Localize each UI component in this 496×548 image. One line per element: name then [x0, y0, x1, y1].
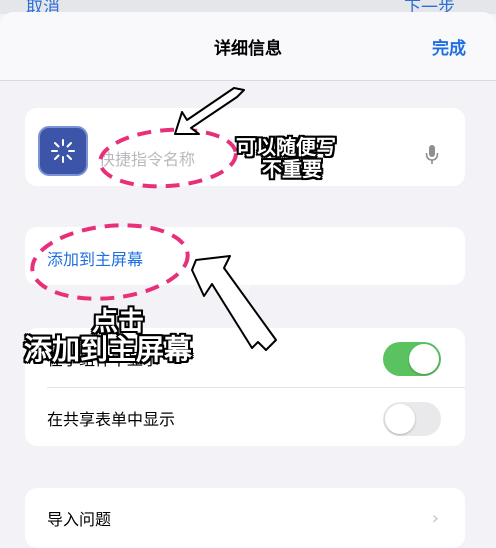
- annotation-name-note-line2: 不重要: [262, 157, 322, 181]
- annotation-name-note-line1: 可以随便写: [236, 135, 336, 159]
- annotation-click-line2: 添加到主屏幕: [24, 333, 193, 366]
- annotation-click-line1: 点击: [92, 307, 145, 337]
- annotation-overlay: [30, 87, 277, 351]
- arrow-to-name-icon: [174, 87, 245, 135]
- name-highlight-circle: [98, 127, 238, 189]
- home-highlight-circle: [30, 223, 190, 301]
- arrow-to-home-icon: [191, 255, 277, 351]
